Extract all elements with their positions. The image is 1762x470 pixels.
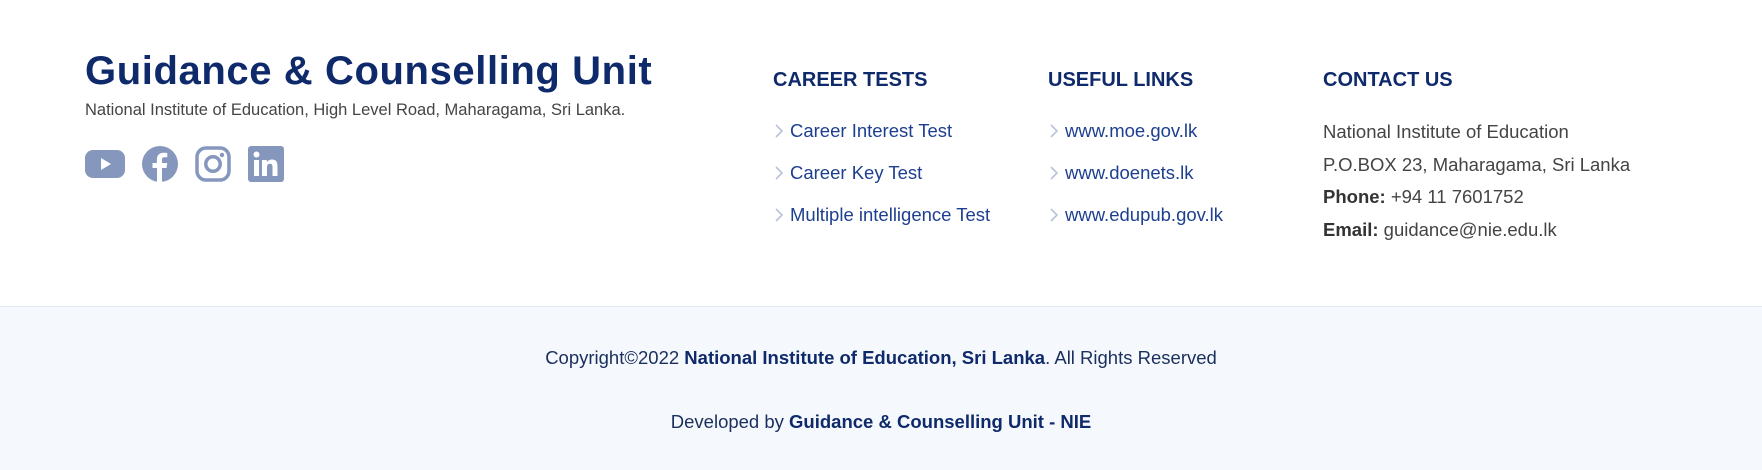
contact-org: National Institute of Education [1323, 121, 1569, 142]
developed-prefix: Developed by [670, 411, 790, 432]
career-tests-column: CAREER TESTS Career Interest Test Career… [773, 66, 990, 236]
facebook-link[interactable] [142, 146, 178, 182]
chevron-right-icon [773, 123, 787, 139]
chevron-right-icon [1048, 165, 1062, 181]
instagram-link[interactable] [195, 146, 231, 182]
copyright-prefix: Copyright©2022 [545, 347, 685, 368]
contact-email: Email: guidance@nie.edu.lk [1323, 214, 1630, 247]
chevron-right-icon [773, 165, 787, 181]
useful-links-heading: USEFUL LINKS [1048, 69, 1194, 91]
contact-heading: CONTACT US [1323, 69, 1453, 91]
list-item: www.doenets.lk [1048, 152, 1223, 194]
copyright-line: Copyright©2022 National Institute of Edu… [0, 347, 1762, 369]
edupub-link[interactable]: www.edupub.gov.lk [1065, 204, 1223, 226]
phone-value: +94 11 7601752 [1385, 186, 1524, 207]
facebook-icon [142, 146, 178, 182]
multiple-intelligence-test-link[interactable]: Multiple intelligence Test [790, 204, 990, 226]
useful-links-column: USEFUL LINKS www.moe.gov.lk www.doenets.… [1048, 66, 1223, 236]
career-tests-heading: CAREER TESTS [773, 69, 928, 91]
copyright-suffix: . All Rights Reserved [1045, 347, 1217, 368]
instagram-icon [195, 146, 231, 182]
career-tests-list: Career Interest Test Career Key Test Mul… [773, 110, 990, 236]
youtube-link[interactable] [85, 150, 125, 178]
list-item: www.moe.gov.lk [1048, 110, 1223, 152]
footer-brand: Guidance & Counselling Unit National Ins… [85, 44, 652, 122]
youtube-icon [85, 150, 125, 178]
chevron-right-icon [1048, 207, 1062, 223]
social-links [85, 146, 301, 182]
copyright-org: National Institute of Education, Sri Lan… [684, 347, 1046, 368]
email-value: guidance@nie.edu.lk [1378, 218, 1557, 240]
footer-bottom: Copyright©2022 National Institute of Edu… [0, 307, 1762, 470]
developed-org: Guidance & Counselling Unit - NIE [789, 411, 1092, 432]
list-item: www.edupub.gov.lk [1048, 194, 1223, 236]
phone-label: Phone: [1323, 186, 1386, 207]
developed-by-line: Developed by Guidance & Counselling Unit… [0, 411, 1762, 433]
linkedin-link[interactable] [248, 146, 284, 182]
list-item: Career Interest Test [773, 110, 990, 152]
contact-column: CONTACT US National Institute of Educati… [1323, 66, 1630, 246]
career-interest-test-link[interactable]: Career Interest Test [790, 120, 952, 142]
list-item: Career Key Test [773, 152, 990, 194]
contact-details: National Institute of Education P.O.BOX … [1323, 110, 1630, 246]
contact-address: P.O.BOX 23, Maharagama, Sri Lanka [1323, 153, 1631, 175]
moe-link[interactable]: www.moe.gov.lk [1065, 120, 1197, 142]
chevron-right-icon [1048, 123, 1062, 139]
footer-top: Guidance & Counselling Unit National Ins… [0, 0, 1762, 307]
contact-phone: Phone: +94 11 7601752 [1323, 181, 1630, 214]
useful-links-list: www.moe.gov.lk www.doenets.lk www.edupub… [1048, 110, 1223, 236]
list-item: Multiple intelligence Test [773, 194, 990, 236]
brand-address: National Institute of Education, High Le… [85, 101, 626, 119]
chevron-right-icon [773, 207, 787, 223]
linkedin-icon [248, 146, 284, 182]
doenets-link[interactable]: www.doenets.lk [1065, 162, 1194, 184]
email-label: Email: [1323, 218, 1379, 240]
brand-title: Guidance & Counselling Unit [85, 49, 653, 93]
site-footer: Guidance & Counselling Unit National Ins… [0, 0, 1762, 470]
career-key-test-link[interactable]: Career Key Test [790, 162, 922, 184]
